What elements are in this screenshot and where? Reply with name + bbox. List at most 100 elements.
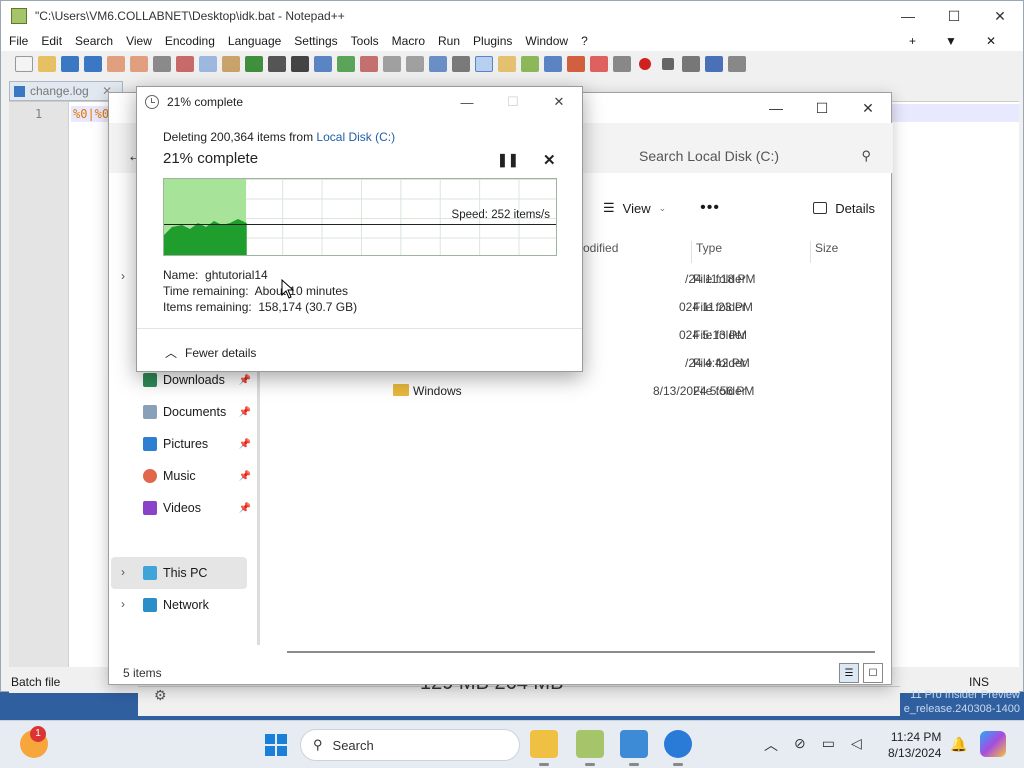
menu-view[interactable]: View bbox=[126, 34, 152, 48]
close-all-icon[interactable] bbox=[130, 56, 148, 72]
nav-music[interactable]: Music 📌 bbox=[143, 462, 251, 490]
menu-encoding[interactable]: Encoding bbox=[165, 34, 215, 48]
zoom-out-icon[interactable] bbox=[360, 56, 378, 72]
indent-guide-icon[interactable] bbox=[475, 56, 493, 72]
monitor-icon[interactable] bbox=[613, 56, 631, 72]
new-file-icon[interactable] bbox=[15, 56, 33, 72]
menu-plugins[interactable]: Plugins bbox=[473, 34, 512, 48]
taskbar-search[interactable]: ⚲ Search bbox=[300, 729, 520, 761]
stop-macro-icon[interactable] bbox=[662, 58, 674, 70]
all-chars-icon[interactable] bbox=[452, 56, 470, 72]
more-options-button[interactable]: ••• bbox=[700, 199, 720, 217]
close-button[interactable]: ✕ bbox=[977, 8, 1023, 25]
menu-tools[interactable]: Tools bbox=[351, 34, 379, 48]
close-doc-icon[interactable]: ✕ bbox=[986, 34, 996, 48]
nav-videos[interactable]: Videos 📌 bbox=[143, 494, 251, 522]
copilot-icon[interactable] bbox=[980, 731, 1006, 757]
play-macro-icon[interactable] bbox=[682, 56, 700, 72]
search-input[interactable]: Search Local Disk (C:) ⚲ bbox=[585, 133, 885, 179]
doc-map-icon[interactable] bbox=[521, 56, 539, 72]
horizontal-scrollbar[interactable] bbox=[287, 651, 875, 653]
find-icon[interactable] bbox=[291, 56, 309, 72]
menu-settings[interactable]: Settings bbox=[294, 34, 337, 48]
nav-documents[interactable]: Documents 📌 bbox=[143, 398, 251, 426]
system-clock[interactable]: 11:24 PM 8/13/2024 bbox=[888, 729, 941, 761]
zoom-in-icon[interactable] bbox=[337, 56, 355, 72]
chevron-right-icon[interactable]: › bbox=[121, 269, 125, 283]
nav-network[interactable]: Network bbox=[143, 591, 251, 619]
lang-icon[interactable] bbox=[498, 56, 516, 72]
menu-help[interactable]: ? bbox=[581, 34, 588, 48]
menu-window[interactable]: Window bbox=[525, 34, 568, 48]
pin-icon[interactable]: 📌 bbox=[239, 407, 251, 418]
file-explorer-taskbar-icon[interactable] bbox=[530, 730, 558, 766]
menu-file[interactable]: File bbox=[9, 34, 28, 48]
record-macro-icon[interactable] bbox=[639, 58, 651, 70]
dialog-minimize-button[interactable]: — bbox=[444, 95, 490, 110]
menu-edit[interactable]: Edit bbox=[41, 34, 62, 48]
copy-icon[interactable] bbox=[199, 56, 217, 72]
redo-icon[interactable] bbox=[268, 56, 286, 72]
save-all-icon[interactable] bbox=[84, 56, 102, 72]
open-file-icon[interactable] bbox=[38, 56, 56, 72]
paste-icon[interactable] bbox=[222, 56, 240, 72]
view-button[interactable]: ☰ View ⌄ bbox=[603, 200, 666, 216]
details-view-icon[interactable]: ☰ bbox=[839, 663, 859, 683]
maximize-button[interactable]: ☐ bbox=[931, 8, 977, 25]
column-type[interactable]: Type bbox=[691, 241, 809, 263]
undo-icon[interactable] bbox=[245, 56, 263, 72]
chevron-right-icon[interactable]: › bbox=[121, 565, 125, 579]
cancel-button[interactable]: ✕ bbox=[543, 151, 556, 169]
pin-icon[interactable]: 📌 bbox=[239, 375, 251, 386]
tab-list-icon[interactable]: ▼ bbox=[945, 34, 957, 48]
minimize-button[interactable]: — bbox=[885, 8, 931, 24]
pause-button[interactable]: ❚❚ bbox=[497, 152, 519, 168]
chevron-up-icon[interactable]: ︿ bbox=[764, 735, 778, 755]
column-date-modified[interactable]: odified bbox=[579, 241, 691, 263]
save-macro-icon[interactable] bbox=[728, 56, 746, 72]
code-line[interactable]: %0|%0 bbox=[71, 106, 112, 122]
pin-icon[interactable]: 📌 bbox=[239, 471, 251, 482]
tiles-view-icon[interactable]: ☐ bbox=[863, 663, 883, 683]
task-manager-taskbar-icon[interactable] bbox=[620, 730, 648, 766]
tab-change-log[interactable]: change.log ✕ bbox=[9, 81, 124, 101]
browser-taskbar-icon[interactable] bbox=[664, 730, 692, 766]
explorer-close-button[interactable]: ✕ bbox=[845, 93, 891, 123]
print-icon[interactable] bbox=[153, 56, 171, 72]
fewer-details-button[interactable]: ︿ Fewer details bbox=[165, 344, 256, 361]
notepad-taskbar-icon[interactable] bbox=[576, 730, 604, 766]
new-tab-icon[interactable]: + bbox=[909, 34, 916, 48]
network-off-icon[interactable]: ⊘ bbox=[794, 735, 806, 755]
pin-icon[interactable]: 📌 bbox=[239, 503, 251, 514]
replace-icon[interactable] bbox=[314, 56, 332, 72]
sync-v-icon[interactable] bbox=[383, 56, 401, 72]
close-file-icon[interactable] bbox=[107, 56, 125, 72]
start-button[interactable] bbox=[265, 734, 287, 756]
destination-link[interactable]: Local Disk (C:) bbox=[316, 130, 395, 144]
column-size[interactable]: Size bbox=[810, 241, 890, 263]
explorer-minimize-button[interactable]: — bbox=[753, 93, 799, 123]
function-list-icon[interactable] bbox=[567, 56, 585, 72]
save-icon[interactable] bbox=[61, 56, 79, 72]
folder-workspace-icon[interactable] bbox=[590, 56, 608, 72]
menu-run[interactable]: Run bbox=[438, 34, 460, 48]
chevron-right-icon[interactable]: › bbox=[121, 597, 125, 611]
menu-language[interactable]: Language bbox=[228, 34, 281, 48]
dialog-close-button[interactable]: ✕ bbox=[536, 94, 582, 110]
nav-this-pc[interactable]: This PC bbox=[143, 559, 251, 587]
menu-search[interactable]: Search bbox=[75, 34, 113, 48]
volume-icon[interactable]: ◁ bbox=[851, 735, 862, 755]
display-icon[interactable]: ▭ bbox=[822, 735, 835, 755]
doc-list-icon[interactable] bbox=[544, 56, 562, 72]
cut-icon[interactable] bbox=[176, 56, 194, 72]
explorer-maximize-button[interactable]: ☐ bbox=[799, 93, 845, 123]
gear-icon[interactable]: ⚙ bbox=[154, 687, 167, 704]
bell-icon[interactable]: 🔔 bbox=[950, 736, 967, 753]
menu-macro[interactable]: Macro bbox=[392, 34, 425, 48]
table-row[interactable]: Windows 8/13/2024 5:56 PM File folder bbox=[263, 377, 889, 405]
run-macro-icon[interactable] bbox=[705, 56, 723, 72]
details-pane-button[interactable]: Details bbox=[813, 201, 885, 216]
sync-h-icon[interactable] bbox=[406, 56, 424, 72]
nav-pictures[interactable]: Pictures 📌 bbox=[143, 430, 251, 458]
word-wrap-icon[interactable] bbox=[429, 56, 447, 72]
